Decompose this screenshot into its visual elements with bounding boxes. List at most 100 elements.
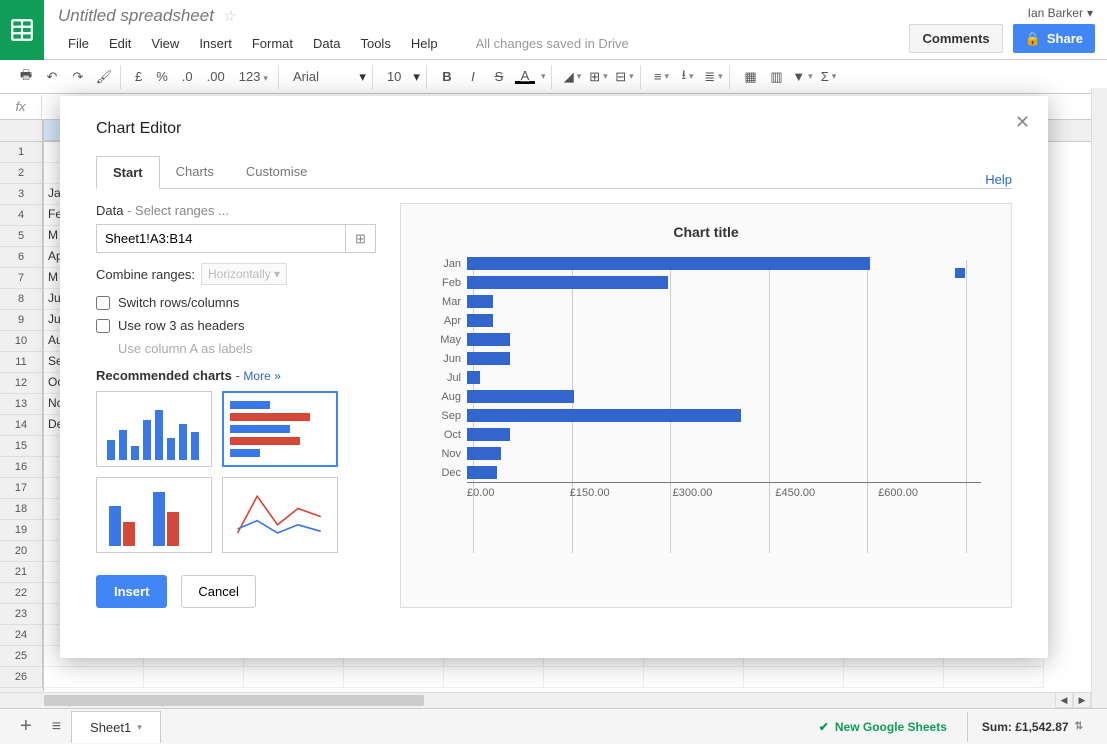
font-select[interactable]: Arial bbox=[289, 69, 323, 84]
cell[interactable] bbox=[344, 667, 444, 688]
row-header[interactable]: 22 bbox=[0, 583, 43, 604]
text-color-button[interactable]: A bbox=[515, 69, 535, 84]
user-menu[interactable]: Ian Barker ▾ bbox=[1028, 6, 1093, 20]
more-link[interactable]: More » bbox=[243, 369, 280, 383]
cell[interactable] bbox=[544, 667, 644, 688]
row-header[interactable]: 3 bbox=[0, 184, 43, 205]
sum-display[interactable]: Sum: £1,542.87 ⇅ bbox=[967, 712, 1097, 742]
cell[interactable] bbox=[644, 667, 744, 688]
row-header[interactable]: 12 bbox=[0, 373, 43, 394]
h-align-button[interactable]: ≡ bbox=[651, 67, 671, 87]
row-header[interactable]: 6 bbox=[0, 247, 43, 268]
row-header[interactable]: 1 bbox=[0, 142, 43, 163]
row-header[interactable]: 13 bbox=[0, 394, 43, 415]
new-sheets-badge[interactable]: ✔ New Google Sheets bbox=[819, 720, 967, 734]
undo-icon[interactable]: ↶ bbox=[42, 67, 62, 87]
rec-chart-bar[interactable] bbox=[222, 391, 338, 467]
scroll-left-arrow-icon[interactable]: ◀ bbox=[1055, 692, 1073, 708]
functions-icon[interactable]: Σ bbox=[818, 67, 838, 87]
wrap-button[interactable]: ≣ bbox=[703, 67, 723, 87]
scroll-right-arrow-icon[interactable]: ▶ bbox=[1073, 692, 1091, 708]
currency-button[interactable]: £ bbox=[131, 69, 146, 84]
row-header[interactable]: 15 bbox=[0, 436, 43, 457]
help-link[interactable]: Help bbox=[985, 172, 1012, 187]
cell[interactable] bbox=[44, 667, 144, 688]
row-header[interactable]: 17 bbox=[0, 478, 43, 499]
dec-decrease-button[interactable]: .0 bbox=[178, 69, 197, 84]
menu-file[interactable]: File bbox=[58, 32, 99, 55]
row-header[interactable]: 24 bbox=[0, 625, 43, 646]
font-size-select[interactable]: 10 bbox=[383, 69, 405, 84]
scrollbar-thumb[interactable] bbox=[44, 695, 424, 706]
menu-data[interactable]: Data bbox=[303, 32, 350, 55]
row-header[interactable]: 26 bbox=[0, 667, 43, 688]
row-header[interactable]: 5 bbox=[0, 226, 43, 247]
row-header[interactable]: 2 bbox=[0, 163, 43, 184]
doc-title[interactable]: Untitled spreadsheet bbox=[58, 6, 214, 26]
v-align-button[interactable]: ⭳ bbox=[677, 67, 697, 87]
scrollbar-horizontal[interactable] bbox=[0, 692, 1055, 708]
row-header[interactable]: 19 bbox=[0, 520, 43, 541]
number-format-button[interactable]: 123 bbox=[235, 69, 272, 84]
row-header[interactable]: 16 bbox=[0, 457, 43, 478]
row-header[interactable]: 21 bbox=[0, 562, 43, 583]
tab-start[interactable]: Start bbox=[96, 156, 160, 189]
share-button[interactable]: 🔒 Share bbox=[1013, 24, 1095, 53]
italic-button[interactable]: I bbox=[463, 67, 483, 87]
row-header[interactable]: 8 bbox=[0, 289, 43, 310]
menu-insert[interactable]: Insert bbox=[189, 32, 242, 55]
tab-customise[interactable]: Customise bbox=[230, 156, 323, 188]
paint-format-icon[interactable]: 🖌 bbox=[94, 67, 114, 87]
select-all-corner[interactable] bbox=[0, 120, 43, 142]
bold-button[interactable]: B bbox=[437, 67, 457, 87]
cell[interactable] bbox=[744, 667, 844, 688]
range-picker-icon[interactable]: ⊞ bbox=[345, 225, 375, 252]
row-header[interactable]: 7 bbox=[0, 268, 43, 289]
row-header[interactable]: 20 bbox=[0, 541, 43, 562]
switch-rows-checkbox[interactable]: Switch rows/columns bbox=[96, 295, 376, 310]
row-header[interactable]: 4 bbox=[0, 205, 43, 226]
insert-chart-icon[interactable]: ▥ bbox=[766, 67, 786, 87]
row-header[interactable]: 25 bbox=[0, 646, 43, 667]
row-header[interactable]: 14 bbox=[0, 415, 43, 436]
checkbox[interactable] bbox=[96, 319, 110, 333]
checkbox[interactable] bbox=[96, 296, 110, 310]
rec-chart-column[interactable] bbox=[96, 391, 212, 467]
print-icon[interactable]: 🖶 bbox=[16, 67, 36, 87]
row-header[interactable]: 10 bbox=[0, 331, 43, 352]
row-header[interactable]: 11 bbox=[0, 352, 43, 373]
comments-button[interactable]: Comments bbox=[909, 24, 1002, 53]
cell[interactable] bbox=[244, 667, 344, 688]
insert-button[interactable]: Insert bbox=[96, 575, 167, 608]
tab-charts[interactable]: Charts bbox=[160, 156, 230, 188]
row-header[interactable]: 23 bbox=[0, 604, 43, 625]
combine-select[interactable]: Horizontally ▾ bbox=[201, 263, 287, 285]
rec-chart-grouped-column[interactable] bbox=[96, 477, 212, 553]
dec-increase-button[interactable]: .00 bbox=[203, 69, 229, 84]
menu-edit[interactable]: Edit bbox=[99, 32, 141, 55]
filter-icon[interactable]: ▼ bbox=[792, 67, 812, 87]
percent-button[interactable]: % bbox=[152, 69, 172, 84]
insert-link-icon[interactable]: ▦ bbox=[740, 67, 760, 87]
cell[interactable] bbox=[444, 667, 544, 688]
use-headers-checkbox[interactable]: Use row 3 as headers bbox=[96, 318, 376, 333]
menu-help[interactable]: Help bbox=[401, 32, 448, 55]
borders-button[interactable]: ⊞ bbox=[588, 67, 608, 87]
cell[interactable] bbox=[144, 667, 244, 688]
star-icon[interactable]: ☆ bbox=[222, 7, 235, 25]
sheets-logo[interactable] bbox=[0, 0, 44, 60]
fill-color-button[interactable]: ◢ bbox=[562, 67, 582, 87]
menu-tools[interactable]: Tools bbox=[350, 32, 400, 55]
cancel-button[interactable]: Cancel bbox=[181, 575, 255, 608]
scrollbar-vertical[interactable] bbox=[1091, 88, 1107, 708]
sheet-tab[interactable]: Sheet1 ▾ bbox=[71, 711, 161, 743]
menu-view[interactable]: View bbox=[141, 32, 189, 55]
strike-button[interactable]: S bbox=[489, 67, 509, 87]
redo-icon[interactable]: ↷ bbox=[68, 67, 88, 87]
cell[interactable] bbox=[944, 667, 1044, 688]
rec-chart-line[interactable] bbox=[222, 477, 338, 553]
add-sheet-button[interactable]: + bbox=[10, 715, 42, 738]
all-sheets-button[interactable]: ≡ bbox=[42, 718, 71, 736]
close-icon[interactable]: ✕ bbox=[1015, 112, 1030, 133]
row-header[interactable]: 9 bbox=[0, 310, 43, 331]
